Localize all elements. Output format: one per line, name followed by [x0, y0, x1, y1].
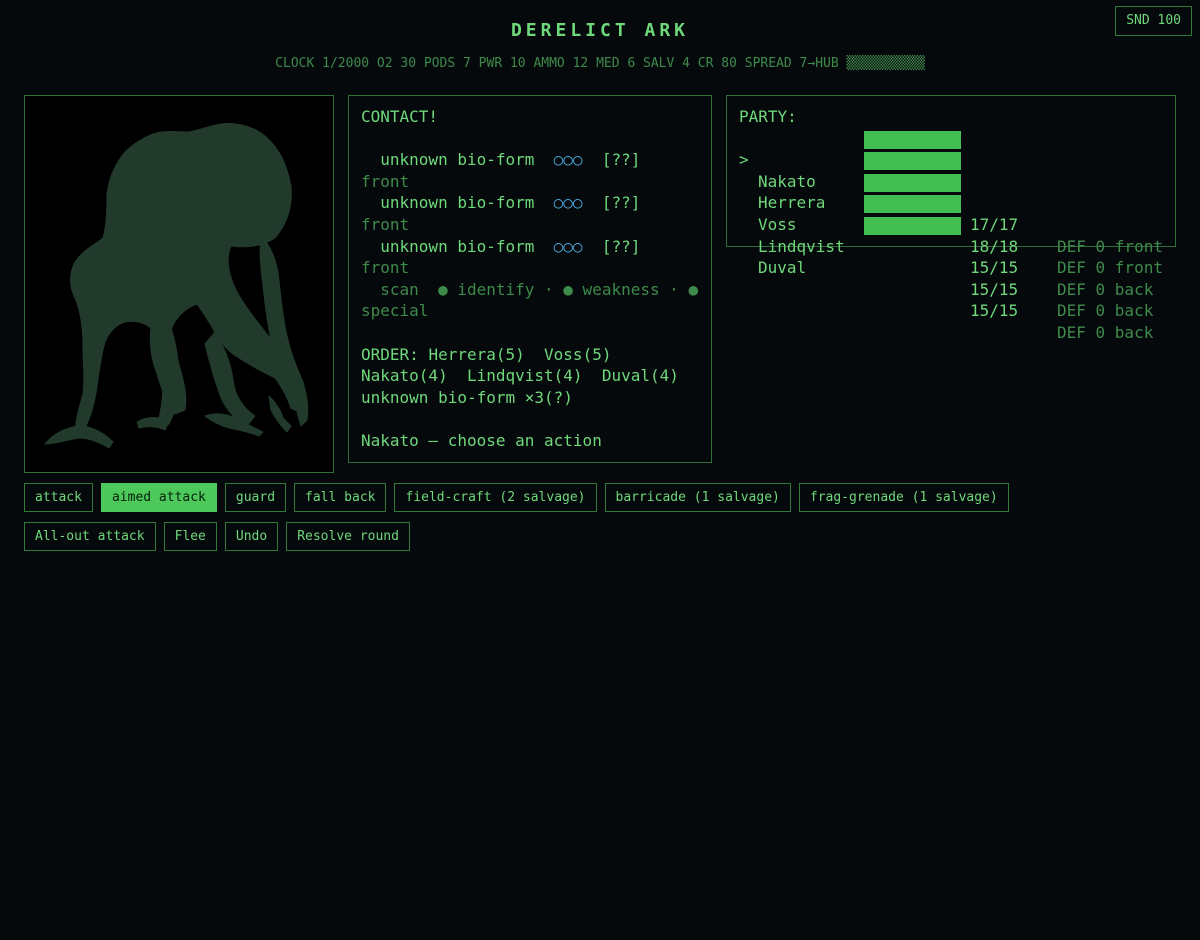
barricade-button[interactable]: barricade (1 salvage): [604, 483, 791, 512]
party-heading: PARTY:: [739, 107, 797, 126]
enemy-row: front: [361, 171, 410, 191]
hp-bar: [864, 195, 961, 214]
party-member-row[interactable]: Herrera 18/18 DEF 0 front: [739, 149, 1163, 277]
game-title: DERELICT ARK: [510, 20, 690, 41]
guard-button[interactable]: guard: [224, 483, 287, 512]
resource-status-text: CLOCK 1/2000 O2 30 PODS 7 PWR 10 AMMO 12…: [275, 56, 839, 71]
turn-order-label: ORDER:: [361, 344, 419, 364]
round-control-row: All-out attack Flee Undo Resolve round: [24, 522, 410, 551]
fall-back-button[interactable]: fall back: [294, 483, 387, 512]
all-out-attack-button[interactable]: All-out attack: [24, 522, 156, 551]
turn-order: ORDER: Herrera(5) Voss(5) Nakato(4) Lind…: [361, 344, 699, 409]
member-defense-position: DEF 0 back: [1057, 279, 1154, 299]
scan-status: scan ● identify · ● weakness · ● special: [361, 279, 699, 322]
resolve-round-button[interactable]: Resolve round: [286, 522, 410, 551]
enemy-name: unknown bio-form: [380, 236, 535, 256]
undo-button[interactable]: Undo: [224, 522, 279, 551]
flee-button[interactable]: Flee: [163, 522, 217, 551]
attack-button[interactable]: attack: [24, 483, 93, 512]
field-craft-button[interactable]: field-craft (2 salvage): [394, 483, 597, 512]
aimed-attack-button[interactable]: aimed attack: [100, 483, 217, 512]
scan-text: scan ● identify · ● weakness · ● special: [361, 279, 708, 321]
party-member-row[interactable]: > Nakato 17/17 DEF 0 front: [739, 128, 1163, 256]
frag-grenade-button[interactable]: frag-grenade (1 salvage): [798, 483, 1009, 512]
enemy-name: unknown bio-form: [380, 150, 535, 170]
enemy-entry[interactable]: unknown bio-form ○○○ [??] front: [361, 192, 699, 235]
party-member-row[interactable]: Duval 15/15 DEF 0 back: [739, 214, 1163, 342]
enemy-status-pips: ○○○: [553, 236, 583, 256]
party-member-row[interactable]: Lindqvist 15/15 DEF 0 back: [739, 192, 1163, 320]
enemy-hp: [??]: [601, 150, 641, 170]
party-panel: PARTY: > Nakato 17/17 DEF 0 front Herrer…: [726, 95, 1176, 342]
member-hp: 18/18: [970, 236, 1019, 256]
enemy-entry[interactable]: unknown bio-form ○○○ [??] front: [361, 149, 699, 192]
hp-bar: [864, 216, 961, 235]
member-hp: 15/15: [970, 279, 1019, 299]
enemy-hp: [??]: [601, 193, 641, 213]
enemy-portrait-panel: [24, 95, 334, 473]
member-defense-position: DEF 0 back: [1057, 322, 1154, 342]
member-hp: 15/15: [970, 258, 1019, 278]
action-prompt: Nakato — choose an action: [361, 430, 602, 450]
enemy-entry[interactable]: unknown bio-form ○○○ [??] front: [361, 236, 699, 279]
member-defense-position: DEF 0 front: [1057, 258, 1163, 278]
hp-bar: [864, 130, 961, 149]
resource-status-bar: CLOCK 1/2000 O2 30 PODS 7 PWR 10 AMMO 12…: [0, 56, 1200, 71]
hp-bar: [864, 152, 961, 171]
spread-meter: ▒▒▒▒▒▒▒▒▒▒: [846, 56, 925, 71]
enemy-name: unknown bio-form: [380, 193, 535, 213]
hp-bar: [864, 173, 961, 192]
enemy-hp: [??]: [601, 236, 641, 256]
contact-heading: CONTACT!: [361, 107, 439, 126]
enemy-row: front: [361, 258, 410, 278]
enemy-status-pips: ○○○: [553, 193, 583, 213]
enemy-row: front: [361, 214, 410, 234]
member-name: Duval: [758, 258, 807, 278]
member-defense-position: DEF 0 front: [1057, 236, 1163, 256]
combat-log-panel: CONTACT! unknown bio-form ○○○ [??] front…: [348, 95, 712, 463]
member-hp: 15/15: [970, 301, 1019, 321]
enemy-status-pips: ○○○: [553, 150, 583, 170]
party-member-row[interactable]: Voss 15/15 DEF 0 back: [739, 171, 1163, 299]
bio-form-silhouette-icon: [44, 123, 309, 449]
member-defense-position: DEF 0 back: [1057, 301, 1154, 321]
action-button-row: attack aimed attack guard fall back fiel…: [24, 483, 1009, 512]
